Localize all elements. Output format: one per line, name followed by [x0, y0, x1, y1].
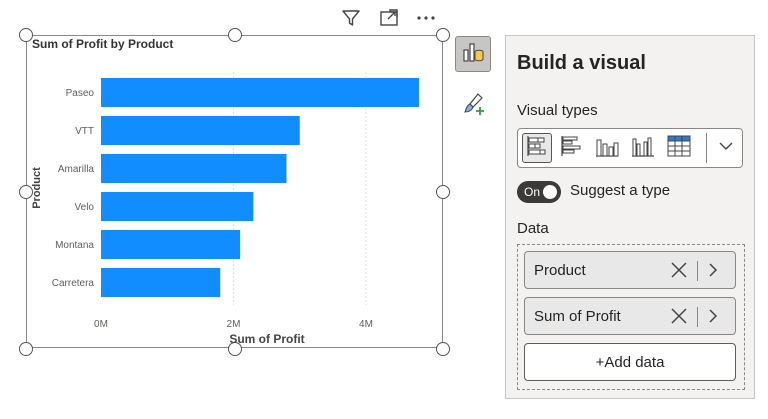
pill-separator	[697, 261, 698, 281]
bar[interactable]	[101, 268, 221, 297]
resize-handle-bottom-left[interactable]	[19, 342, 33, 356]
y-category-label: Carretera	[52, 278, 95, 289]
data-well: Product Sum of Profit +Add data	[517, 244, 745, 390]
bar-chart[interactable]: 0M 2M 4M Paseo VTT Amarilla Velo Montana Carrete…	[0, 0, 445, 350]
panel-title: Build a visual	[517, 52, 646, 74]
bar[interactable]	[101, 192, 254, 221]
resize-handle-bottom-right[interactable]	[436, 342, 450, 356]
clustered-column-chart-icon	[630, 134, 656, 163]
field-pill-sum-of-profit[interactable]: Sum of Profit	[524, 297, 736, 335]
y-axis-title: Product	[31, 167, 43, 209]
pill-separator	[697, 307, 698, 327]
visual-type-table[interactable]	[664, 133, 694, 163]
chevron-right-icon[interactable]	[703, 260, 723, 280]
stacked-bar-chart-icon	[525, 134, 549, 163]
remove-field-icon[interactable]	[669, 306, 689, 326]
visual-types-label: Visual types	[517, 102, 598, 119]
y-category-label: Velo	[75, 202, 95, 213]
chevron-down-icon	[716, 136, 736, 161]
y-category-label: Paseo	[66, 88, 95, 99]
bar[interactable]	[101, 78, 419, 107]
suggest-type-toggle[interactable]: On	[517, 181, 561, 203]
resize-handle-top-middle[interactable]	[228, 28, 242, 42]
remove-field-icon[interactable]	[669, 260, 689, 280]
visual-types-gallery	[517, 128, 743, 168]
format-visual-button[interactable]	[455, 88, 491, 124]
bar[interactable]	[101, 116, 300, 145]
build-visual-icon	[460, 39, 486, 70]
resize-handle-top-left[interactable]	[19, 28, 33, 42]
visual-type-clustered-bar[interactable]	[556, 133, 586, 163]
y-category-label: Montana	[55, 240, 94, 251]
resize-handle-middle-right[interactable]	[436, 185, 450, 199]
bar[interactable]	[101, 230, 241, 259]
visual-type-clustered-column[interactable]	[628, 133, 658, 163]
data-label: Data	[517, 220, 549, 237]
field-label: Sum of Profit	[534, 308, 621, 325]
toggle-knob	[543, 185, 557, 199]
resize-handle-middle-left[interactable]	[19, 185, 33, 199]
build-visual-panel: Build a visual Visual types On Suggest a…	[505, 35, 755, 399]
y-category-label: VTT	[75, 126, 94, 137]
field-label: Product	[534, 262, 586, 279]
build-visual-button[interactable]	[455, 36, 491, 72]
clustered-bar-chart-icon	[559, 134, 583, 163]
y-category-label: Amarilla	[58, 164, 95, 175]
x-tick-label: 0M	[94, 319, 108, 330]
field-pill-product[interactable]: Product	[524, 251, 736, 289]
visual-type-stacked-column[interactable]	[592, 133, 622, 163]
x-tick-label: 2M	[227, 319, 241, 330]
expand-visual-types-button[interactable]	[711, 133, 741, 163]
stacked-column-chart-icon	[594, 134, 620, 163]
suggest-type-label: Suggest a type	[570, 182, 671, 199]
bar[interactable]	[101, 154, 287, 183]
resize-handle-top-right[interactable]	[436, 28, 450, 42]
visual-type-stacked-bar[interactable]	[522, 133, 552, 163]
x-tick-label: 4M	[359, 319, 373, 330]
add-data-button[interactable]: +Add data	[524, 343, 736, 381]
chevron-right-icon[interactable]	[703, 306, 723, 326]
format-visual-icon	[460, 91, 486, 122]
resize-handle-bottom-middle[interactable]	[228, 342, 242, 356]
table-icon	[666, 134, 692, 163]
toggle-state-label: On	[524, 185, 541, 199]
gallery-divider	[706, 133, 707, 163]
